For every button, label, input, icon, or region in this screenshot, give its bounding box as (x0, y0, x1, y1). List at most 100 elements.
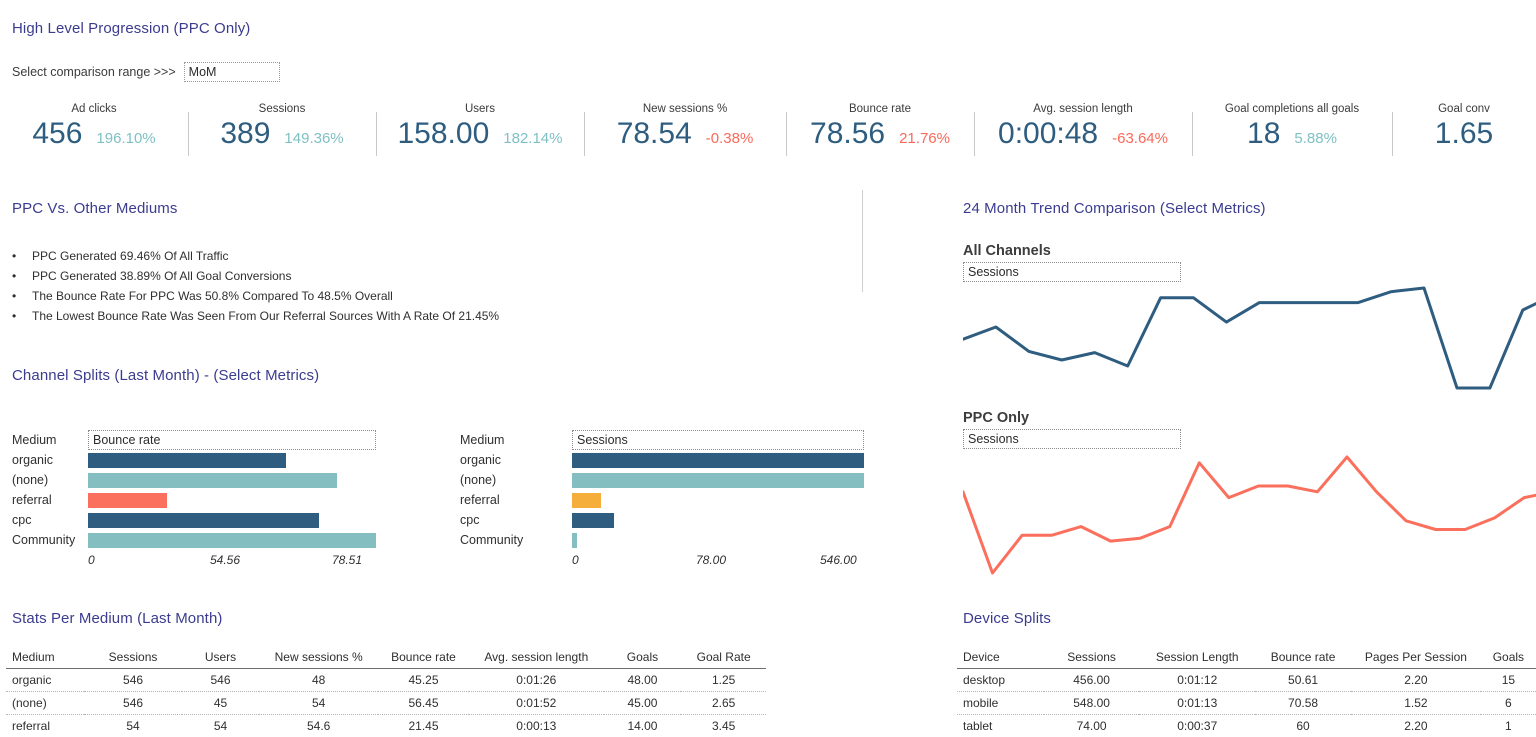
table-column-header: Avg. session length (469, 648, 604, 669)
table-cell: 21.45 (378, 715, 469, 737)
channel-splits-title: Channel Splits (Last Month) - (Select Me… (12, 367, 319, 384)
bullet-dot-icon: • (12, 266, 32, 286)
bar-track (88, 510, 376, 530)
table-column-header: Users (182, 648, 260, 669)
table-cell: 456.00 (1044, 669, 1140, 692)
table-column-header: Pages Per Session (1351, 648, 1481, 669)
table-cell: 1 (1481, 715, 1536, 737)
table-column-header: Medium (6, 648, 84, 669)
column-divider (862, 190, 863, 292)
bar-chart-metric-select[interactable]: Bounce rate (88, 430, 376, 450)
table-row: referral545454.621.450:00:1314.003.45 (6, 715, 766, 737)
bar-category-label: referral (460, 493, 572, 507)
table-cell: 70.58 (1255, 692, 1351, 715)
kpi-value: 78.56 (810, 117, 885, 151)
kpi-value: 158.00 (398, 117, 490, 151)
kpi-value: 456 (32, 117, 82, 151)
kpi-values: 78.5621.76% (786, 117, 974, 151)
kpi-card: Goal conv 1.65 (1392, 100, 1536, 162)
trend-chart-all-channels: All Channels Sessions (963, 243, 1536, 394)
ppc-only-label: PPC Only (963, 410, 1536, 426)
bullet-item: •PPC Generated 69.46% Of All Traffic (12, 246, 499, 266)
bullet-text: PPC Generated 69.46% Of All Traffic (32, 246, 229, 266)
bar-track (88, 450, 376, 470)
bar-track (88, 490, 376, 510)
bullet-item: •The Bounce Rate For PPC Was 50.8% Compa… (12, 286, 499, 306)
device-splits-table: DeviceSessionsSession LengthBounce rateP… (957, 648, 1536, 737)
bar-fill[interactable] (88, 533, 376, 548)
bar-fill[interactable] (572, 513, 614, 528)
bar-fill[interactable] (572, 493, 601, 508)
kpi-value: 18 (1247, 117, 1280, 151)
table-cell: 0:01:26 (469, 669, 604, 692)
table-cell: 0:01:13 (1139, 692, 1255, 715)
bar-chart-axis: 054.5678.51 (88, 551, 376, 569)
bullet-dot-icon: • (12, 246, 32, 266)
bar-fill[interactable] (88, 513, 319, 528)
table-column-header: Session Length (1139, 648, 1255, 669)
table-column-header: Goals (604, 648, 682, 669)
bar-fill[interactable] (572, 473, 864, 488)
axis-tick-label: 54.56 (210, 553, 240, 567)
kpi-value: 1.65 (1435, 117, 1493, 151)
table-row: (none)546455456.450:01:5245.002.65 (6, 692, 766, 715)
bar-fill[interactable] (572, 453, 864, 468)
table-row: tablet74.000:00:37602.201 (957, 715, 1536, 737)
bar-fill[interactable] (88, 453, 286, 468)
stats-per-medium-title: Stats Per Medium (Last Month) (12, 610, 222, 627)
table-row: desktop456.000:01:1250.612.2015 (957, 669, 1536, 692)
table-cell: organic (6, 669, 84, 692)
table-cell: 546 (182, 669, 260, 692)
bar-chart-axis-row: 0 78.00 546.00 (460, 550, 870, 570)
table-column-header: Bounce rate (1255, 648, 1351, 669)
bullet-text: The Lowest Bounce Rate Was Seen From Our… (32, 306, 499, 326)
kpi-label: Goal conv (1438, 103, 1490, 115)
kpi-label: Avg. session length (1033, 103, 1133, 115)
table-column-header: Device (957, 648, 1044, 669)
bar-chart-row: organic (460, 450, 870, 470)
bar-chart-sessions: MediumSessionsorganic(none)referralcpcCo… (460, 430, 870, 570)
table-cell: 2.20 (1351, 669, 1481, 692)
bar-category-label: Community (12, 533, 88, 547)
table-column-header: New sessions % (259, 648, 378, 669)
table-cell: tablet (957, 715, 1044, 737)
table-cell: 1.25 (681, 669, 766, 692)
bar-chart-metric-select[interactable]: Sessions (572, 430, 864, 450)
comparison-range-select[interactable]: MoM (184, 62, 280, 82)
table-header-row: DeviceSessionsSession LengthBounce rateP… (957, 648, 1536, 669)
ppc-only-metric-select[interactable]: Sessions (963, 429, 1181, 449)
axis-tick-label: 78.00 (696, 553, 726, 567)
kpi-strip: Ad clicks456196.10%Sessions389149.36%Use… (0, 100, 1536, 162)
bar-fill[interactable] (572, 533, 577, 548)
bullet-item: •The Lowest Bounce Rate Was Seen From Ou… (12, 306, 499, 326)
table-cell: 60 (1255, 715, 1351, 737)
table-cell: 3.45 (681, 715, 766, 737)
kpi-card: Sessions389149.36% (188, 100, 376, 162)
bar-chart-row: cpc (12, 510, 392, 530)
comparison-range-row: Select comparison range >>> MoM (12, 62, 280, 82)
table-cell: 48.00 (604, 669, 682, 692)
trend-chart-ppc-only: PPC Only Sessions (963, 410, 1536, 581)
ppc-vs-other-mediums-title: PPC Vs. Other Mediums (12, 200, 177, 217)
bar-fill[interactable] (88, 493, 167, 508)
table-column-header: Bounce rate (378, 648, 469, 669)
table-row: mobile548.000:01:1370.581.526 (957, 692, 1536, 715)
all-channels-line-svg (963, 282, 1536, 394)
bar-track (572, 530, 864, 550)
table-cell: 2.65 (681, 692, 766, 715)
bar-chart-axis: 0 78.00 546.00 (572, 551, 864, 569)
bar-category-label: organic (12, 453, 88, 467)
table-cell: referral (6, 715, 84, 737)
ppc-vs-bullet-list: •PPC Generated 69.46% Of All Traffic•PPC… (12, 246, 499, 326)
axis-tick-label: 0 (572, 553, 579, 567)
kpi-delta: 196.10% (96, 129, 155, 149)
table-cell: 56.45 (378, 692, 469, 715)
bar-chart-axis-row: 054.5678.51 (12, 550, 392, 570)
kpi-label: Users (465, 103, 495, 115)
bar-fill[interactable] (88, 473, 337, 488)
axis-tick-label: 546.00 (820, 553, 857, 567)
table-cell: 45.00 (604, 692, 682, 715)
bar-track (88, 470, 376, 490)
kpi-delta: -63.64% (1112, 129, 1168, 149)
all-channels-metric-select[interactable]: Sessions (963, 262, 1181, 282)
